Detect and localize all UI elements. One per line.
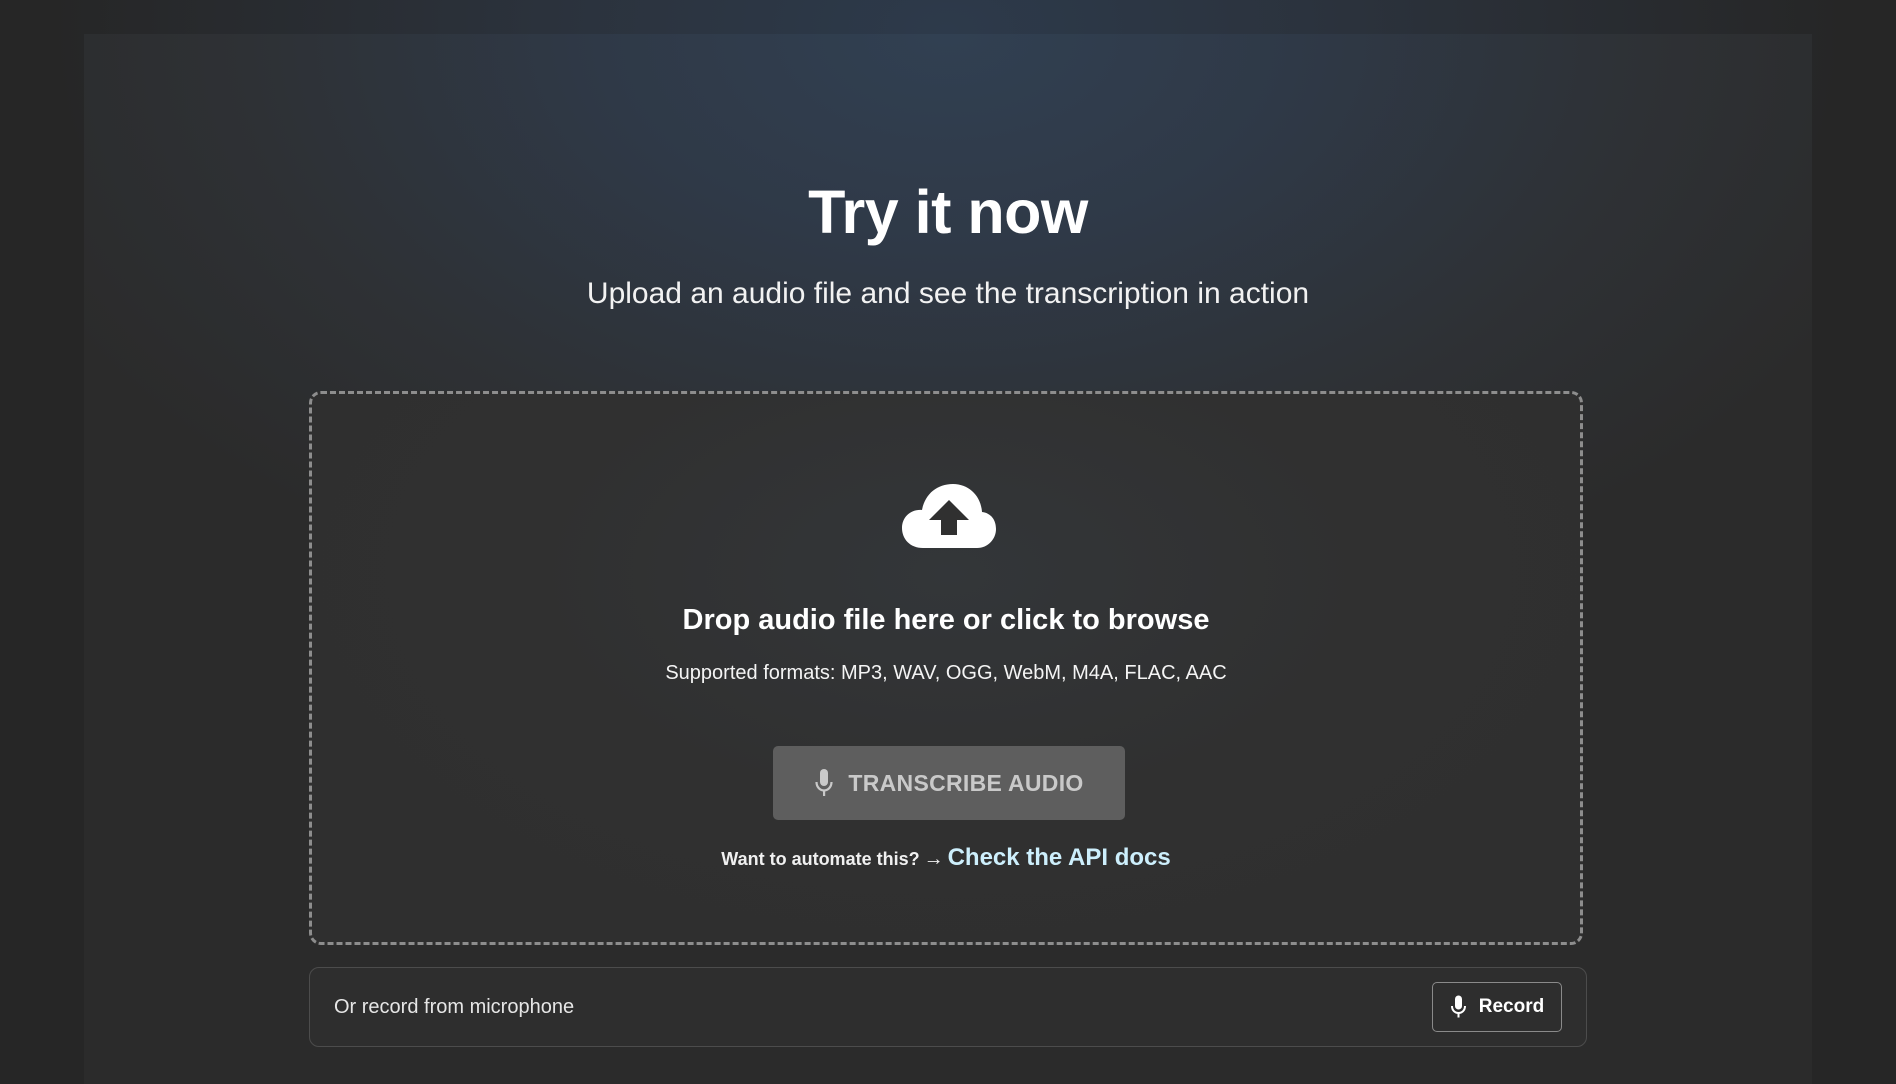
- api-docs-link[interactable]: Check the API docs: [948, 844, 1171, 871]
- page: Try it now Upload an audio file and see …: [0, 0, 1896, 1084]
- api-promo-text: Want to automate this?: [721, 849, 920, 869]
- api-promo: Want to automate this? → Check the API doc…: [312, 842, 1580, 877]
- microphone-icon: [815, 769, 833, 796]
- microphone-icon: [1450, 995, 1466, 1018]
- dropzone-heading: Drop audio file here or click to browse: [682, 604, 1210, 636]
- page-subtitle: Upload an audio file and see the transcr…: [586, 277, 1310, 310]
- audio-dropzone[interactable]: Drop audio file here or click to browse …: [309, 391, 1583, 945]
- record-button-label: Record: [1478, 996, 1545, 1017]
- transcribe-audio-button[interactable]: TRANSCRIBE AUDIO: [773, 746, 1125, 820]
- supported-formats: Supported formats: MP3, WAV, OGG, WebM, …: [665, 662, 1227, 684]
- record-label: Or record from microphone: [334, 996, 575, 1018]
- transcribe-button-label: TRANSCRIBE AUDIO: [848, 769, 1084, 796]
- page-title: Try it now: [808, 178, 1088, 246]
- record-from-microphone-bar: Or record from microphone Record: [309, 967, 1587, 1047]
- cloud-upload-icon: [902, 484, 996, 548]
- record-button[interactable]: Record: [1432, 982, 1562, 1032]
- arrow-right-icon: →: [923, 848, 944, 870]
